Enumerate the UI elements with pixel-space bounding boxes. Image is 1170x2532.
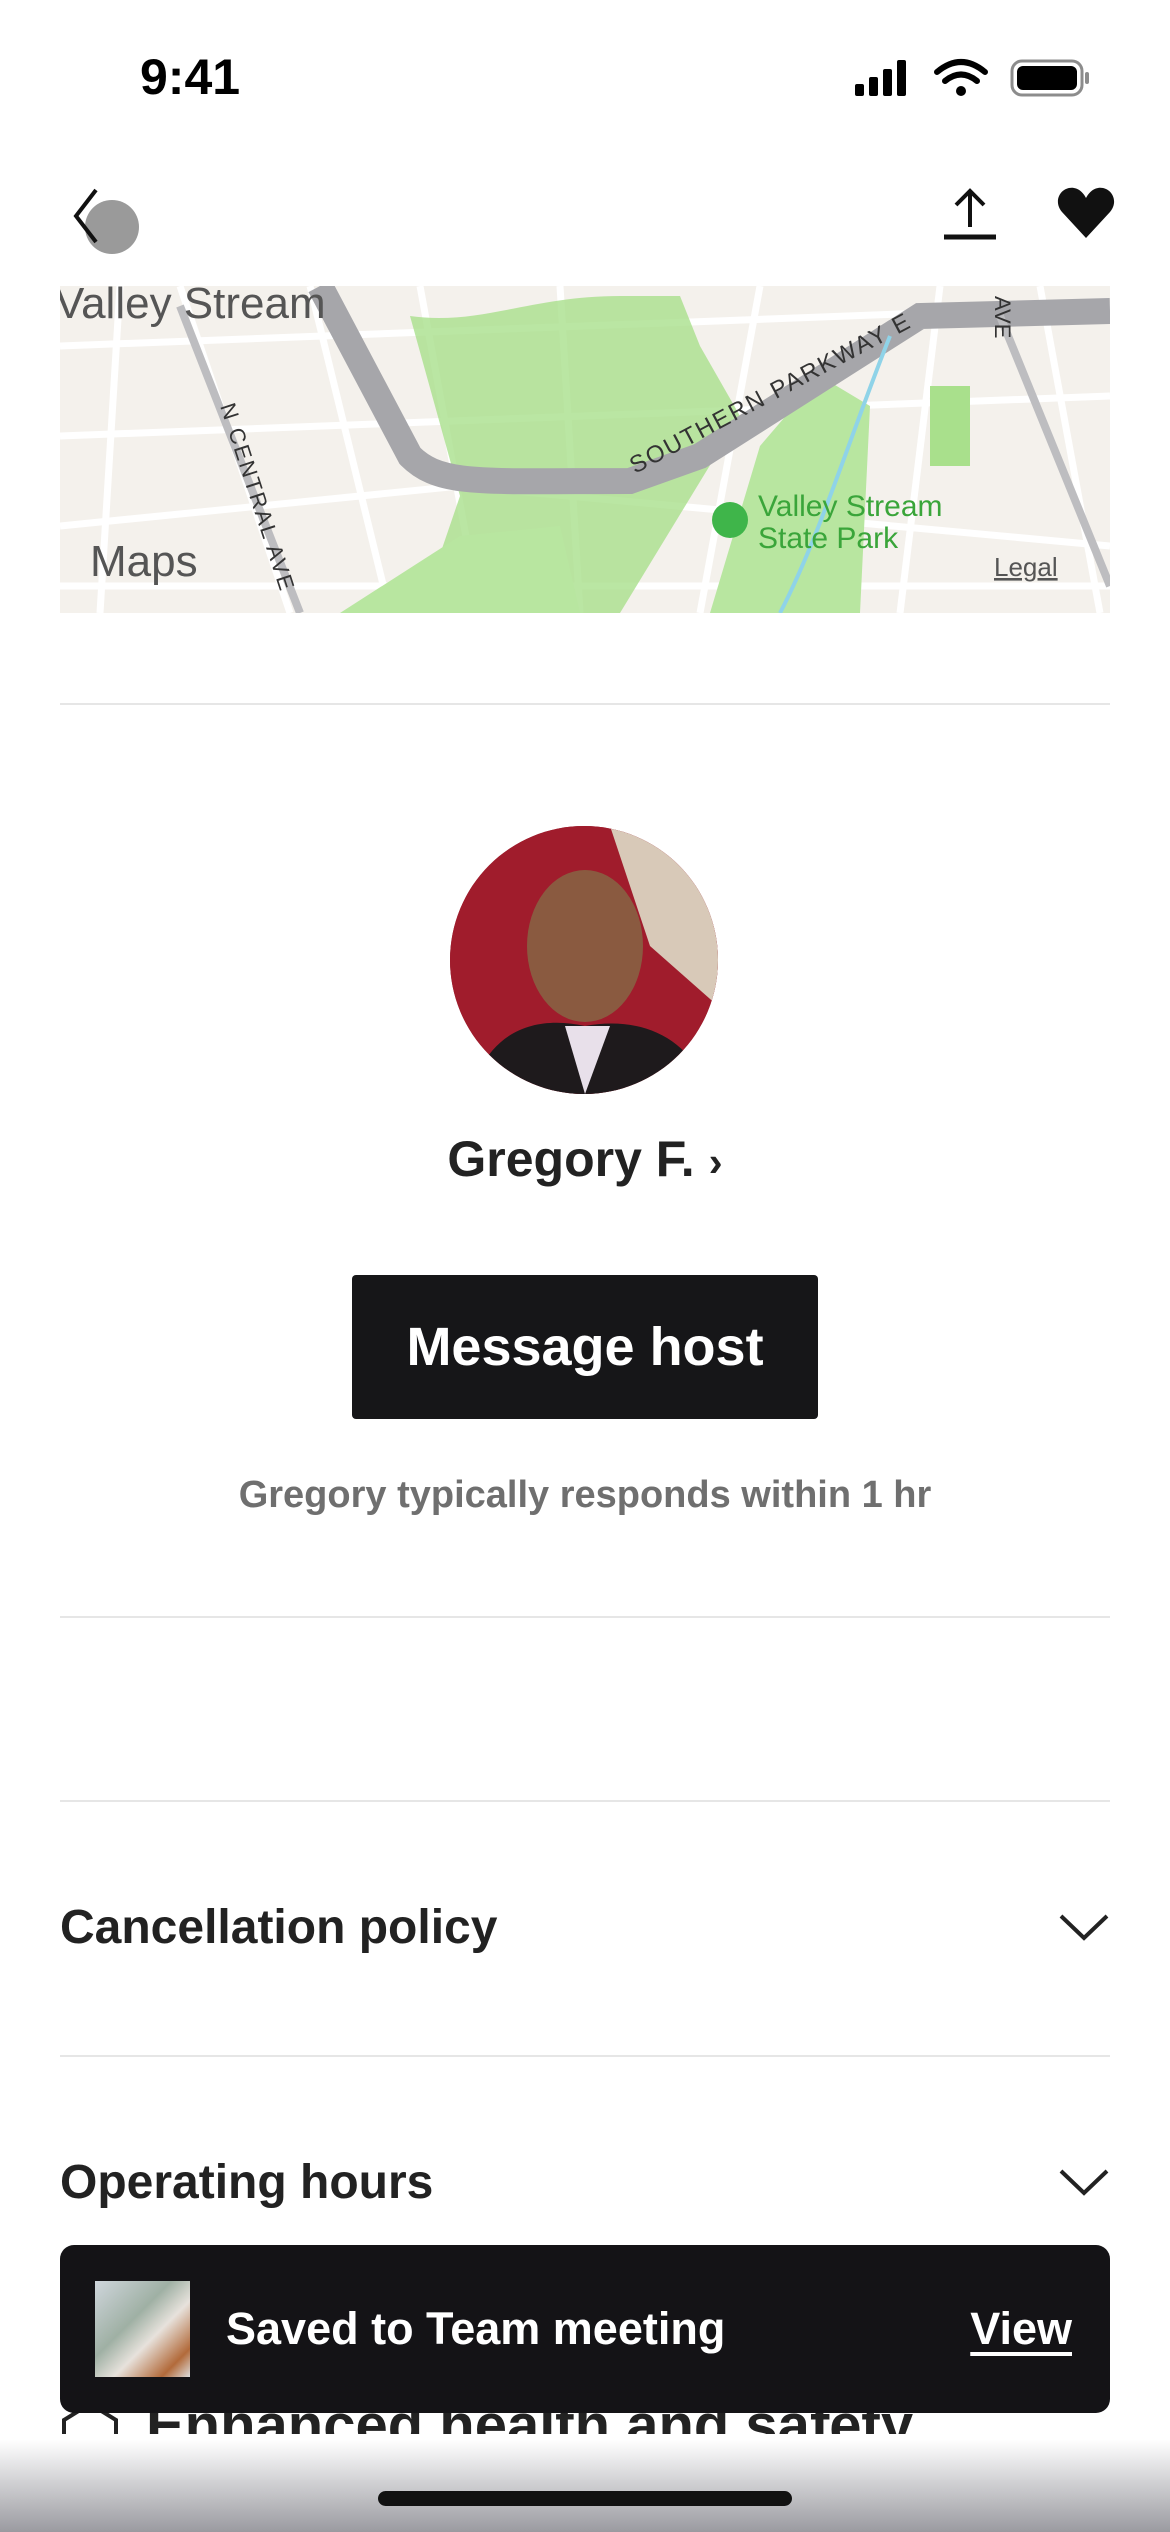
heart-filled-icon: [1057, 187, 1115, 238]
battery-icon: [1010, 59, 1089, 97]
response-time-note: Gregory typically responds within 1 hr: [238, 1474, 932, 1516]
chevron-right-icon: ›: [708, 1138, 723, 1185]
section-title: Operating hours: [60, 2155, 434, 2209]
chevron-down-icon: [1059, 2169, 1109, 2196]
map-label-town: Valley Stream: [60, 286, 326, 328]
section-title: Cancellation policy: [60, 1900, 498, 1954]
bottom-fade: [0, 2440, 1170, 2532]
map-legal-link[interactable]: Legal: [994, 552, 1058, 582]
back-button[interactable]: [66, 180, 156, 260]
message-host-button[interactable]: Message host: [352, 1275, 818, 1419]
chevron-down-icon: [1059, 1914, 1109, 1941]
map-label-park: Valley Stream: [758, 490, 943, 523]
divider: [60, 1800, 1110, 1802]
toast-view-link[interactable]: View: [970, 2303, 1072, 2355]
toast-message: Saved to Team meeting: [226, 2303, 726, 2354]
operating-hours-row[interactable]: Operating hours: [60, 2137, 1110, 2227]
host-avatar[interactable]: [450, 826, 718, 1094]
status-time: 9:41: [140, 49, 241, 105]
map[interactable]: Valley Stream SOUTHERN PARKWAY E N CENTR…: [60, 286, 1110, 613]
map-label-road: AVE: [990, 296, 1015, 338]
status-icons: [855, 59, 1089, 97]
share-button[interactable]: [940, 185, 1000, 241]
wifi-icon: [934, 59, 988, 84]
cancellation-policy-row[interactable]: Cancellation policy: [60, 1882, 1110, 1972]
park-tree-icon: [712, 502, 748, 538]
favorite-button[interactable]: [1056, 186, 1116, 240]
signal-icon: [855, 60, 906, 96]
host-name: Gregory F.: [447, 1131, 695, 1187]
listing-thumbnail: [95, 2281, 190, 2377]
touch-indicator: [85, 200, 139, 254]
divider: [60, 1616, 1110, 1618]
apple-maps-logo: Maps: [90, 537, 198, 586]
share-icon: [944, 188, 996, 240]
host-profile-link[interactable]: Gregory F. ›: [0, 1130, 1170, 1188]
divider: [60, 2055, 1110, 2057]
home-indicator[interactable]: [378, 2491, 792, 2506]
divider: [60, 703, 1110, 705]
map-label-park-2: State Park: [758, 522, 899, 555]
saved-toast: Saved to Team meeting View: [60, 2245, 1110, 2413]
